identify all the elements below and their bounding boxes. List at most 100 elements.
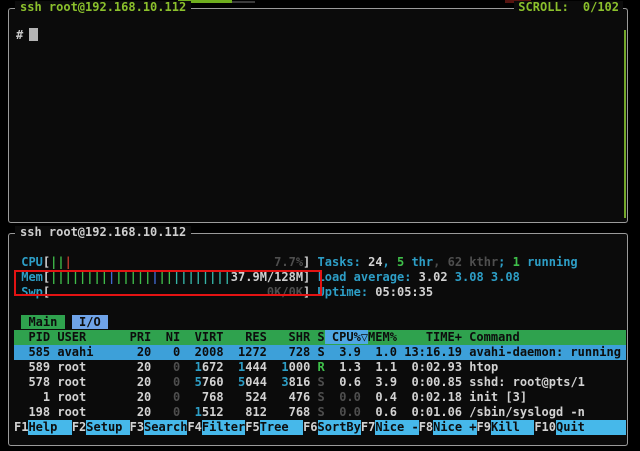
pid-cell: 578: [14, 375, 57, 389]
state-cell: S: [318, 345, 325, 359]
fkey-f8-key[interactable]: F8: [419, 420, 433, 435]
tab-main[interactable]: Main: [21, 315, 64, 329]
state-cell: S: [318, 375, 325, 389]
sort-column-header[interactable]: CPU%▽: [325, 330, 368, 344]
process-row[interactable]: 585 avahi 20 0 2008 1272 728 S 3.9 1.0 1…: [14, 345, 626, 360]
meter-bar-segment: ||: [50, 255, 64, 269]
stats-text: 1: [513, 255, 520, 269]
user-cell: root: [57, 405, 129, 419]
stats-text: 05:05:35: [375, 285, 433, 299]
pid-cell: 585: [14, 345, 57, 359]
spacer-line: [14, 300, 626, 315]
fkey-f3-label[interactable]: Search: [144, 420, 187, 435]
fkey-f1-key[interactable]: F1: [14, 420, 28, 435]
ni-cell: 0: [159, 375, 188, 389]
terminal-pane-bottom[interactable]: ssh root@192.168.10.112 CPU[||| 7.7%] Ta…: [8, 233, 628, 446]
mem-meter-line: Mem[|||||||||||||||||||||||||37.9M/128M]…: [14, 270, 626, 285]
fkey-f8-label[interactable]: Nice +: [433, 420, 476, 435]
fkey-f3-key[interactable]: F3: [130, 420, 144, 435]
terminal-pane-top[interactable]: ssh root@192.168.10.112 SCROLL:0/102 #: [8, 8, 628, 223]
process-row[interactable]: 198 root 20 0 1512 812 768 S 0.0 0.6 0:0…: [14, 405, 626, 420]
fkey-f10-key[interactable]: F10: [534, 420, 556, 435]
command-cell: avahi-daemon: running: [469, 345, 621, 359]
fkey-f10-label[interactable]: Quit: [556, 420, 626, 435]
cpu-cell: 0.6: [332, 375, 368, 389]
stats-text: running: [520, 255, 578, 269]
stats-text: thr: [404, 255, 433, 269]
stats-text: 3.08: [455, 270, 491, 284]
tab-io[interactable]: I/O: [72, 315, 108, 329]
pane-border: [8, 8, 628, 223]
user-cell: avahi: [57, 345, 129, 359]
mem-cell: 0.4: [368, 390, 404, 404]
pane-title: ssh root@192.168.10.112: [15, 226, 191, 239]
cpu-cell: 0.0: [332, 405, 368, 419]
stats-text: ,: [383, 255, 397, 269]
time-cell: 0:02.18: [404, 390, 469, 404]
cpu-meter-line: CPU[||| 7.7%] Tasks: 24, 5 thr, 62 kthr;…: [14, 255, 626, 270]
scroll-value: 0/102: [583, 0, 619, 14]
fkey-f9-key[interactable]: F9: [477, 420, 491, 435]
cpu-meter-label: CPU: [21, 255, 43, 269]
shell-prompt[interactable]: #: [16, 28, 38, 43]
stats-text: ;: [498, 255, 512, 269]
fkey-f4-key[interactable]: F4: [187, 420, 201, 435]
command-cell: sshd: root@pts/1: [469, 375, 585, 389]
stats-text: 3.08: [491, 270, 520, 284]
time-cell: 13:16.19: [404, 345, 469, 359]
fkey-f5-key[interactable]: F5: [245, 420, 259, 435]
cpu-cell: 3.9: [332, 345, 368, 359]
fkey-f6-label[interactable]: SortBy: [318, 420, 361, 435]
scroll-indicator: SCROLL: 0/102: [514, 1, 623, 14]
fkey-f2-key[interactable]: F2: [72, 420, 86, 435]
ni-cell: 0: [159, 405, 188, 419]
swp-meter-label: Swp: [21, 285, 43, 299]
htop-output: CPU[||| 7.7%] Tasks: 24, 5 thr, 62 kthr;…: [14, 255, 626, 435]
meter-bar-segment: |: [65, 255, 72, 269]
user-cell: root: [57, 375, 129, 389]
command-cell: htop: [469, 360, 498, 374]
pri-cell: 20: [130, 360, 159, 374]
pid-cell: 589: [14, 360, 57, 374]
fkey-f4-label[interactable]: Filter: [202, 420, 245, 435]
text-cursor: [29, 28, 38, 41]
scroll-label: SCROLL:: [518, 0, 569, 14]
fkey-f9-label[interactable]: Kill: [491, 420, 534, 435]
stats-text: 24: [368, 255, 382, 269]
command-cell: /sbin/syslogd -n: [469, 405, 585, 419]
stats-text: Tasks:: [318, 255, 369, 269]
fkey-f2-label[interactable]: Setup: [86, 420, 129, 435]
time-cell: 0:02.93: [404, 360, 469, 374]
user-cell: root: [57, 390, 129, 404]
scrollbar[interactable]: [624, 30, 626, 218]
meter-bar-segment: |: [151, 270, 158, 284]
stats-text: 3.02: [419, 270, 455, 284]
ni-cell: 0: [159, 390, 188, 404]
process-row[interactable]: 589 root 20 0 1672 1444 1000 R 1.3 1.1 0…: [14, 360, 626, 375]
tab-bar: Main I/O: [14, 315, 626, 330]
time-cell: 0:01.06: [404, 405, 469, 419]
fkey-f7-key[interactable]: F7: [361, 420, 375, 435]
swp-meter-line: Swp[ 0K/0K] Uptime: 05:05:35: [14, 285, 626, 300]
desktop: ssh root@192.168.10.112 SCROLL:0/102 # s…: [0, 0, 640, 451]
fkey-f1-label[interactable]: Help: [28, 420, 71, 435]
table-header-row[interactable]: PID USER PRI NI VIRT RES SHR S CPU%▽MEM%…: [14, 330, 626, 345]
header-cells: MEM% TIME+ Command: [368, 330, 626, 344]
pri-cell: 20: [130, 375, 159, 389]
process-row[interactable]: 1 root 20 0 768 524 476 S 0.0 0.4 0:02.1…: [14, 390, 626, 405]
process-row[interactable]: 578 root 20 0 5760 5044 3816 S 0.6 3.9 0…: [14, 375, 626, 390]
mem-cell: 1.1: [368, 360, 404, 374]
fkey-f6-key[interactable]: F6: [303, 420, 317, 435]
pane-title: ssh root@192.168.10.112: [15, 1, 191, 14]
command-cell: init [3]: [469, 390, 527, 404]
fkey-f7-label[interactable]: Nice -: [375, 420, 418, 435]
mem-cell: 1.0: [368, 345, 404, 359]
stats-text: , 62 kthr: [433, 255, 498, 269]
user-cell: root: [57, 360, 129, 374]
mem-cell: 3.9: [368, 375, 404, 389]
state-cell: R: [318, 360, 325, 374]
fkey-f5-label[interactable]: Tree: [260, 420, 303, 435]
header-cells: PID USER PRI NI VIRT RES SHR S: [14, 330, 325, 344]
meter-bar-segment: ||||||||: [173, 270, 231, 284]
state-cell: S: [318, 405, 325, 419]
